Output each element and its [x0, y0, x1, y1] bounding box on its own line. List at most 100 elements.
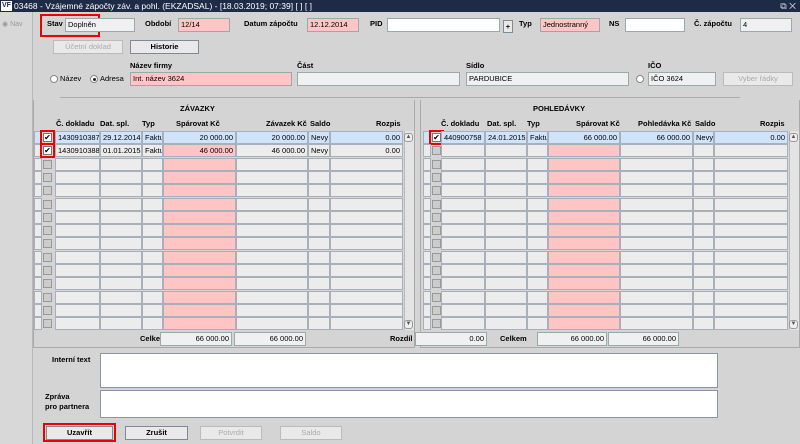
pohledavky-cell-sparovat[interactable] [548, 170, 620, 184]
pohledavky-cell-sparovat[interactable] [548, 277, 620, 291]
pohledavky-cell-rozpis[interactable] [714, 224, 788, 238]
zavazky-cell-dat[interactable] [100, 237, 142, 251]
pohledavky-cell-doklad[interactable] [441, 264, 485, 277]
pohledavky-cell-saldo[interactable] [693, 317, 714, 331]
zavazky-cell-sparovat[interactable] [163, 197, 236, 211]
table-row-indicator[interactable] [423, 317, 431, 331]
pohledavky-cell-typ[interactable]: Faktu [527, 131, 548, 144]
pohledavky-row-checkbox[interactable] [432, 226, 441, 236]
pohledavky-cell-saldo[interactable] [693, 197, 714, 211]
pohledavky-row-checkbox[interactable] [432, 305, 441, 315]
uzavrit-button[interactable]: Uzavřít [46, 426, 113, 440]
pohledavky-cell-castka[interactable] [620, 210, 693, 224]
interni-text-input[interactable] [100, 353, 718, 388]
zavazky-cell-castka[interactable] [236, 184, 308, 198]
zavazky-cell-saldo[interactable]: Nevy [308, 131, 330, 144]
pohledavky-cell-rozpis[interactable]: 0.00 [714, 131, 788, 144]
pohledavky-cell-saldo[interactable] [693, 144, 714, 158]
nav-label[interactable]: Nav [10, 21, 22, 28]
pohledavky-cell-typ[interactable] [527, 277, 548, 291]
zavazky-cell-castka[interactable] [236, 303, 308, 317]
pohledavky-cell-castka[interactable] [620, 170, 693, 184]
zavazky-cell-doklad[interactable]: 1430910387 [55, 131, 100, 144]
pohledavky-cell-castka[interactable] [620, 250, 693, 264]
zavazky-cell-typ[interactable] [142, 170, 163, 184]
pohledavky-cell-castka[interactable] [620, 264, 693, 277]
pohledavky-scroll-up-icon[interactable]: ▲ [789, 133, 798, 142]
table-row-indicator[interactable] [423, 290, 431, 304]
pohledavky-cell-doklad[interactable] [441, 170, 485, 184]
zavazky-cell-dat[interactable] [100, 157, 142, 171]
zavazky-cell-castka[interactable] [236, 290, 308, 304]
pohledavky-cell-rozpis[interactable] [714, 157, 788, 171]
pohledavky-cell-castka[interactable] [620, 197, 693, 211]
pohledavky-row-checkbox[interactable] [432, 279, 441, 289]
zavazky-cell-dat[interactable] [100, 210, 142, 224]
pohledavky-cell-rozpis[interactable] [714, 170, 788, 184]
pohledavky-cell-castka[interactable]: 66 000.00 [620, 131, 693, 144]
zrusit-button[interactable]: Zrušit [125, 426, 188, 440]
zavazky-cell-castka[interactable] [236, 157, 308, 171]
zavazky-cell-dat[interactable] [100, 277, 142, 291]
zavazky-cell-typ[interactable]: Faktu [142, 144, 163, 158]
zavazky-scroll-down-icon[interactable]: ▼ [404, 320, 413, 329]
zavazky-cell-rozpis[interactable] [330, 317, 403, 331]
pohledavky-row-checkbox[interactable] [432, 319, 441, 329]
pohledavky-cell-doklad[interactable] [441, 144, 485, 158]
pohledavky-cell-saldo[interactable] [693, 250, 714, 264]
pohledavky-cell-doklad[interactable] [441, 224, 485, 238]
ns-field[interactable] [625, 18, 685, 32]
zavazky-cell-castka[interactable]: 46 000.00 [236, 144, 308, 158]
pohledavky-cell-typ[interactable] [527, 317, 548, 331]
pohledavky-cell-sparovat[interactable]: 66 000.00 [548, 131, 620, 144]
zavazky-cell-typ[interactable] [142, 250, 163, 264]
zavazky-cell-rozpis[interactable] [330, 170, 403, 184]
zavazky-cell-saldo[interactable] [308, 277, 330, 291]
pohledavky-cell-castka[interactable] [620, 237, 693, 251]
zavazky-cell-doklad[interactable] [55, 170, 100, 184]
historie-button[interactable]: Historie [130, 40, 199, 54]
pohledavky-row-checkbox[interactable] [432, 172, 441, 182]
pohledavky-cell-castka[interactable] [620, 317, 693, 331]
zavazky-scrollbar[interactable] [404, 131, 414, 330]
zavazky-cell-sparovat[interactable] [163, 317, 236, 331]
pohledavky-cell-typ[interactable] [527, 170, 548, 184]
pohledavky-cell-saldo[interactable] [693, 224, 714, 238]
pohledavky-cell-dat[interactable] [485, 157, 527, 171]
zavazky-cell-typ[interactable] [142, 210, 163, 224]
typ-field[interactable]: Jednostranný [540, 18, 600, 32]
pohledavky-cell-doklad[interactable] [441, 303, 485, 317]
pohledavky-cell-dat[interactable] [485, 237, 527, 251]
zavazky-row-checkbox[interactable] [43, 226, 52, 236]
zavazky-cell-dat[interactable] [100, 303, 142, 317]
table-row-indicator[interactable] [34, 250, 42, 264]
pohledavky-cell-castka[interactable] [620, 303, 693, 317]
zavazky-cell-sparovat[interactable] [163, 224, 236, 238]
pohledavky-cell-doklad[interactable] [441, 184, 485, 198]
pohledavky-cell-sparovat[interactable] [548, 303, 620, 317]
pohledavky-cell-dat[interactable] [485, 277, 527, 291]
zavazky-cell-typ[interactable] [142, 277, 163, 291]
pohledavky-cell-rozpis[interactable] [714, 290, 788, 304]
zavazky-cell-rozpis[interactable] [330, 237, 403, 251]
zavazky-cell-sparovat[interactable] [163, 277, 236, 291]
zavazky-cell-castka[interactable] [236, 250, 308, 264]
pohledavky-scroll-down-icon[interactable]: ▼ [789, 320, 798, 329]
pohledavky-cell-rozpis[interactable] [714, 144, 788, 158]
zavazky-row-checkbox[interactable] [43, 319, 52, 329]
pohledavky-cell-typ[interactable] [527, 224, 548, 238]
zavazky-cell-sparovat[interactable] [163, 170, 236, 184]
pohledavky-cell-sparovat[interactable] [548, 264, 620, 277]
pohledavky-cell-saldo[interactable] [693, 277, 714, 291]
table-row-indicator[interactable] [34, 157, 42, 171]
pohledavky-cell-sparovat[interactable] [548, 224, 620, 238]
table-row-indicator[interactable] [423, 210, 431, 224]
nazev-firmy-field[interactable]: Int. název 3624 [130, 72, 292, 86]
table-row-indicator[interactable] [423, 277, 431, 291]
pohledavky-cell-castka[interactable] [620, 184, 693, 198]
zavazky-cell-dat[interactable] [100, 197, 142, 211]
zavazky-cell-castka[interactable] [236, 197, 308, 211]
zavazky-cell-rozpis[interactable] [330, 224, 403, 238]
zavazky-row-checkbox[interactable] [43, 305, 52, 315]
table-row-indicator[interactable] [34, 264, 42, 277]
